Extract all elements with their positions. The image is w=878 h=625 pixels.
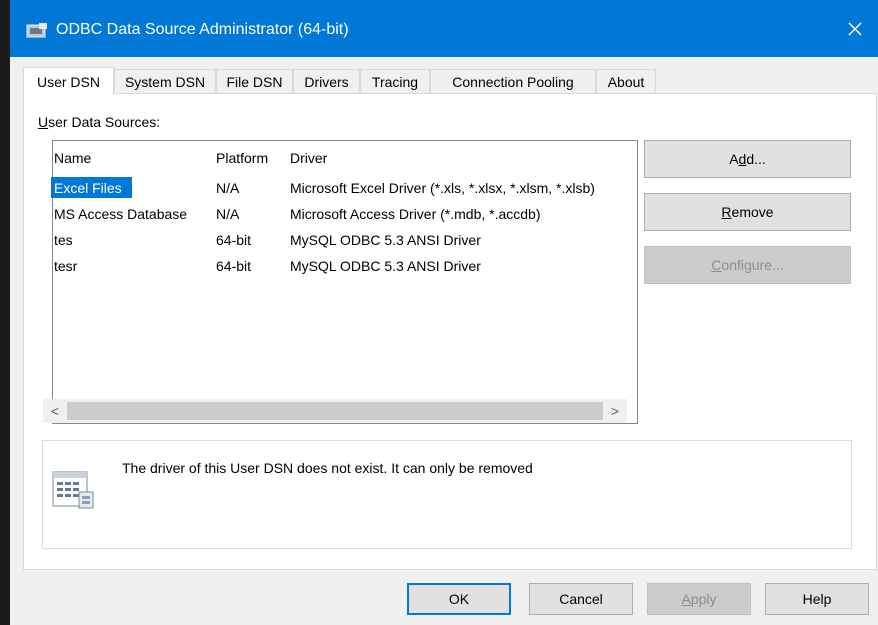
- cancel-button[interactable]: Cancel: [529, 583, 633, 615]
- add-label-post: d...: [746, 151, 766, 167]
- title-bar[interactable]: ODBC Data Source Administrator (64-bit): [10, 0, 878, 57]
- tab-system-dsn[interactable]: System DSN: [114, 69, 216, 93]
- scroll-left-arrow[interactable]: <: [45, 399, 65, 423]
- apply-button[interactable]: Apply: [647, 583, 751, 615]
- row-2-name[interactable]: tes: [54, 232, 73, 248]
- add-label-key: d: [738, 151, 747, 167]
- row-3-driver[interactable]: MySQL ODBC 5.3 ANSI Driver: [290, 258, 481, 274]
- remove-label-post: emove: [731, 204, 774, 220]
- odbc-app-icon: [26, 23, 47, 38]
- mnemonic-u: U: [38, 114, 49, 130]
- scroll-right-arrow[interactable]: >: [605, 399, 625, 423]
- column-header-driver[interactable]: Driver: [290, 150, 327, 166]
- tab-drivers[interactable]: Drivers: [293, 69, 360, 93]
- row-0-name[interactable]: Excel Files: [54, 180, 122, 196]
- apply-label-post: pply: [690, 591, 717, 607]
- apply-label-key: A: [681, 591, 691, 607]
- background-desktop-strip: [0, 0, 10, 625]
- add-label-pre: A: [729, 151, 739, 167]
- row-3-name[interactable]: tesr: [54, 258, 77, 274]
- configure-button[interactable]: Configure...: [644, 246, 851, 284]
- info-message: The driver of this User DSN does not exi…: [122, 460, 533, 476]
- tab-about[interactable]: About: [596, 69, 656, 93]
- add-button[interactable]: Ad d...: [644, 140, 851, 178]
- row-1-name[interactable]: MS Access Database: [54, 206, 187, 222]
- dialog-window: ODBC Data Source Administrator (64-bit) …: [10, 0, 878, 625]
- column-header-name[interactable]: Name: [54, 150, 91, 166]
- row-0-driver[interactable]: Microsoft Excel Driver (*.xls, *.xlsx, *…: [290, 180, 595, 196]
- window-title: ODBC Data Source Administrator (64-bit): [56, 21, 349, 38]
- help-button[interactable]: Help: [765, 583, 869, 615]
- row-0-platform[interactable]: N/A: [216, 180, 239, 196]
- section-label-text: ser Data Sources:: [48, 114, 161, 130]
- close-button[interactable]: [832, 0, 878, 57]
- configure-label-key: C: [711, 257, 722, 273]
- user-data-sources-label: User Data Sources:: [38, 114, 160, 130]
- row-2-platform[interactable]: 64-bit: [216, 232, 251, 248]
- scroll-thumb[interactable]: [67, 402, 603, 420]
- close-icon: [848, 21, 862, 36]
- ok-button[interactable]: OK: [407, 583, 511, 615]
- horizontal-scrollbar[interactable]: < >: [43, 399, 627, 423]
- row-1-platform[interactable]: N/A: [216, 206, 239, 222]
- tab-connection-pooling[interactable]: Connection Pooling: [430, 69, 596, 93]
- tab-file-dsn[interactable]: File DSN: [216, 69, 293, 93]
- tab-tracing[interactable]: Tracing: [360, 69, 430, 93]
- row-1-driver[interactable]: Microsoft Access Driver (*.mdb, *.accdb): [290, 206, 541, 222]
- row-2-driver[interactable]: MySQL ODBC 5.3 ANSI Driver: [290, 232, 481, 248]
- configure-label-post: onfigure...: [721, 257, 784, 273]
- tab-user-dsn[interactable]: User DSN: [23, 67, 114, 95]
- column-header-platform[interactable]: Platform: [216, 150, 268, 166]
- row-3-platform[interactable]: 64-bit: [216, 258, 251, 274]
- data-source-icon: [52, 471, 94, 509]
- info-box: [42, 440, 852, 549]
- remove-label-key: R: [721, 204, 732, 220]
- remove-button[interactable]: Remove: [644, 193, 851, 231]
